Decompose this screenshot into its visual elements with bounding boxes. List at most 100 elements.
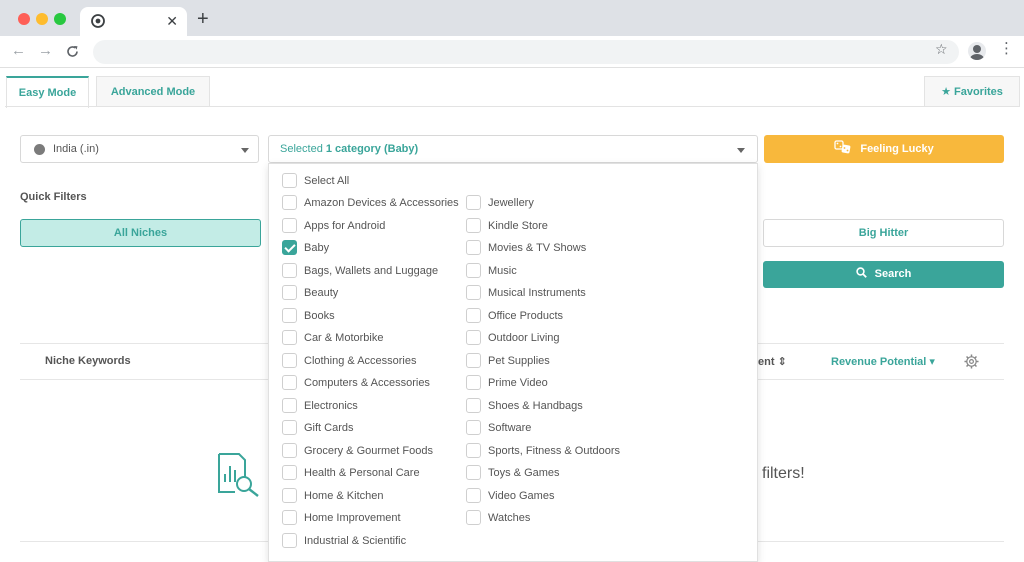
category-option-label: Software <box>488 422 532 434</box>
category-option[interactable]: Music <box>466 263 636 279</box>
category-checkbox[interactable] <box>466 398 481 413</box>
category-checkbox[interactable] <box>466 353 481 368</box>
category-checkbox[interactable] <box>466 308 481 323</box>
category-option[interactable]: Home Improvement <box>282 510 462 526</box>
category-option-label: Computers & Accessories <box>304 377 430 389</box>
category-checkbox[interactable] <box>466 285 481 300</box>
category-checkbox[interactable] <box>282 398 297 413</box>
category-option[interactable]: Books <box>282 308 462 324</box>
gear-icon[interactable] <box>964 354 979 369</box>
category-checkbox[interactable] <box>282 330 297 345</box>
category-dropdown: Select All Amazon Devices & Accessories A… <box>268 163 758 562</box>
column-niche-keywords[interactable]: Niche Keywords <box>45 355 131 367</box>
category-checkbox[interactable] <box>466 263 481 278</box>
category-option-label: Grocery & Gourmet Foods <box>304 445 433 457</box>
category-option-label: Prime Video <box>488 377 548 389</box>
category-option[interactable]: Baby <box>282 240 462 256</box>
category-checkbox[interactable] <box>466 195 481 210</box>
big-hitter-button[interactable]: Big Hitter <box>763 219 1004 247</box>
category-option[interactable]: Home & Kitchen <box>282 488 462 504</box>
category-option-label: Industrial & Scientific <box>304 535 407 547</box>
category-option[interactable]: Sports, Fitness & Outdoors <box>466 443 636 459</box>
category-option[interactable]: Health & Personal Care <box>282 465 462 481</box>
category-option-label: Clothing & Accessories <box>304 355 417 367</box>
category-checkbox[interactable] <box>466 443 481 458</box>
tab-favorites[interactable]: ★ Favorites <box>924 76 1020 107</box>
category-option[interactable]: Gift Cards <box>282 420 462 436</box>
category-option[interactable]: Grocery & Gourmet Foods <box>282 443 462 459</box>
column-revenue-potential[interactable]: Revenue Potential ▾ <box>831 355 935 368</box>
category-option-label: Books <box>304 310 335 322</box>
category-option[interactable]: Kindle Store <box>466 218 636 234</box>
category-option[interactable]: Toys & Games <box>466 465 636 481</box>
category-option[interactable]: Outdoor Living <box>466 330 636 346</box>
select-all-label: Select All <box>304 175 350 187</box>
category-option[interactable]: Shoes & Handbags <box>466 398 636 414</box>
category-checkbox[interactable] <box>282 533 297 548</box>
column-partial-header[interactable]: ent ⇕ <box>758 355 787 368</box>
category-checkbox[interactable] <box>466 330 481 345</box>
category-option-label: Amazon Devices & Accessories <box>304 197 459 209</box>
category-checkbox[interactable] <box>282 240 297 255</box>
category-checkbox[interactable] <box>282 195 297 210</box>
category-checkbox[interactable] <box>282 218 297 233</box>
category-checkbox[interactable] <box>282 353 297 368</box>
category-checkbox[interactable] <box>282 263 297 278</box>
category-option[interactable]: Musical Instruments <box>466 285 636 301</box>
category-option[interactable]: Prime Video <box>466 375 636 391</box>
category-option-label: Bags, Wallets and Luggage <box>304 265 439 277</box>
select-all-option[interactable]: Select All <box>282 173 402 189</box>
category-checkbox[interactable] <box>282 443 297 458</box>
category-select[interactable]: Selected 1 category (Baby) <box>268 135 758 163</box>
category-checkbox[interactable] <box>466 420 481 435</box>
category-option[interactable]: Watches <box>466 510 636 526</box>
search-button[interactable]: Search <box>763 261 1004 288</box>
tab-advanced-mode[interactable]: Advanced Mode <box>96 76 210 107</box>
category-checkbox[interactable] <box>282 308 297 323</box>
category-option-label: Office Products <box>488 310 563 322</box>
category-checkbox[interactable] <box>466 218 481 233</box>
category-option[interactable]: Office Products <box>466 308 636 324</box>
category-checkbox[interactable] <box>466 465 481 480</box>
search-label: Search <box>874 268 912 280</box>
select-all-checkbox[interactable] <box>282 173 297 188</box>
category-checkbox[interactable] <box>282 510 297 525</box>
category-option[interactable]: Bags, Wallets and Luggage <box>282 263 462 279</box>
category-checkbox[interactable] <box>466 240 481 255</box>
category-option-label: Music <box>488 265 517 277</box>
category-option[interactable]: Beauty <box>282 285 462 301</box>
all-niches-button[interactable]: All Niches <box>20 219 261 247</box>
category-option[interactable]: Pet Supplies <box>466 353 636 369</box>
category-checkbox[interactable] <box>282 488 297 503</box>
category-option[interactable]: Car & Motorbike <box>282 330 462 346</box>
feeling-lucky-button[interactable]: Feeling Lucky <box>764 135 1004 163</box>
feeling-lucky-label: Feeling Lucky <box>860 143 934 155</box>
favorites-label: Favorites <box>954 86 1003 98</box>
category-option[interactable]: Jewellery <box>466 195 636 211</box>
country-select[interactable]: India (.in) <box>20 135 259 163</box>
category-option[interactable]: Software <box>466 420 636 436</box>
category-option[interactable]: Amazon Devices & Accessories <box>282 195 462 211</box>
country-value: India (.in) <box>53 143 99 155</box>
category-checkbox[interactable] <box>466 510 481 525</box>
category-checkbox[interactable] <box>282 375 297 390</box>
category-option[interactable]: Apps for Android <box>282 218 462 234</box>
category-checkbox[interactable] <box>282 465 297 480</box>
category-option-label: Outdoor Living <box>488 332 560 344</box>
category-option[interactable]: Clothing & Accessories <box>282 353 462 369</box>
category-option[interactable]: Movies & TV Shows <box>466 240 636 256</box>
tab-easy-mode[interactable]: Easy Mode <box>6 76 89 108</box>
globe-icon <box>34 144 45 155</box>
category-checkbox[interactable] <box>466 375 481 390</box>
star-icon: ★ <box>941 86 951 98</box>
category-option[interactable]: Electronics <box>282 398 462 414</box>
category-option-label: Electronics <box>304 400 358 412</box>
category-option[interactable]: Industrial & Scientific <box>282 533 462 549</box>
category-option-label: Jewellery <box>488 197 534 209</box>
category-option[interactable]: Video Games <box>466 488 636 504</box>
category-checkbox[interactable] <box>466 488 481 503</box>
category-checkbox[interactable] <box>282 285 297 300</box>
category-option[interactable]: Computers & Accessories <box>282 375 462 391</box>
category-checkbox[interactable] <box>282 420 297 435</box>
category-option-label: Video Games <box>488 490 555 502</box>
